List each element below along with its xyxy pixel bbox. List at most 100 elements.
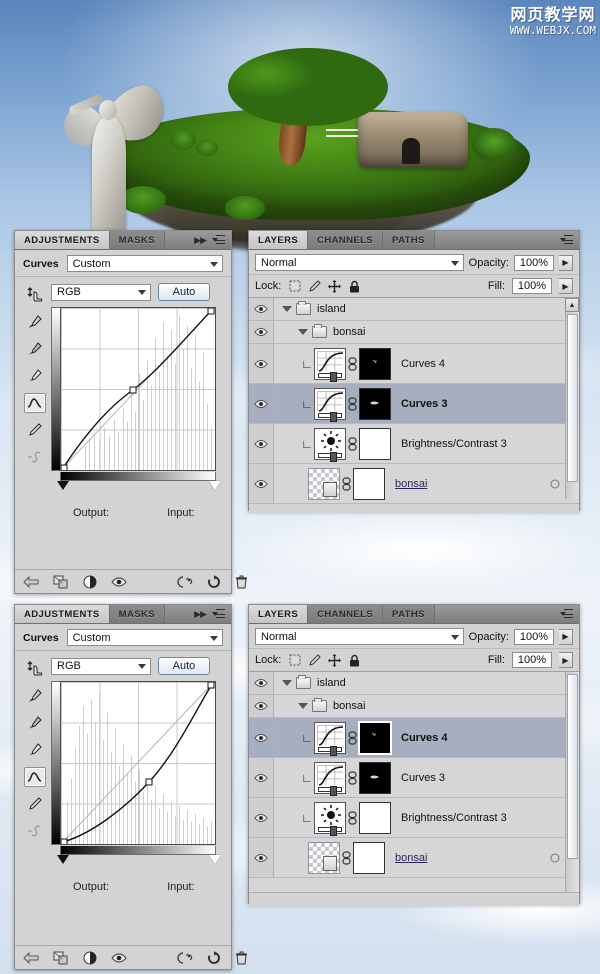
- layer-visibility-toggle[interactable]: [249, 424, 274, 463]
- tab-masks[interactable]: MASKS: [109, 231, 165, 249]
- opacity-value[interactable]: 100%: [514, 628, 554, 645]
- adjustments-panel-top[interactable]: ADJUSTMENTS MASKS ▶▶ Curves Custom RGB A…: [14, 230, 247, 594]
- table-row[interactable]: bonsai: [249, 321, 579, 344]
- chevron-down-icon[interactable]: [298, 703, 308, 709]
- layer-mask-thumb[interactable]: [353, 467, 385, 500]
- checker-thumb[interactable]: [308, 841, 340, 874]
- smooth-curve-icon[interactable]: [24, 447, 46, 467]
- tab-channels[interactable]: CHANNELS: [308, 231, 384, 249]
- toggle-layer-visibility-icon[interactable]: [111, 574, 127, 590]
- black-point-slider[interactable]: [57, 855, 69, 864]
- lock-image-pixels-icon[interactable]: [308, 280, 321, 293]
- pencil-draw-icon[interactable]: [24, 794, 46, 814]
- curve-pencil-icon[interactable]: [24, 767, 46, 787]
- checker-thumb[interactable]: [308, 467, 340, 500]
- link-mask-icon[interactable]: [340, 850, 353, 865]
- layer-mask-thumb[interactable]: [359, 347, 391, 380]
- tab-adjustments[interactable]: ADJUSTMENTS: [15, 231, 110, 249]
- lock-image-pixels-icon[interactable]: [308, 654, 321, 667]
- tab-adjustments[interactable]: ADJUSTMENTS: [15, 605, 110, 623]
- on-image-adjust-icon[interactable]: [24, 659, 46, 679]
- scrollbar-thumb[interactable]: [567, 674, 578, 859]
- layer-visibility-toggle[interactable]: [249, 464, 274, 503]
- layer-name[interactable]: bonsai: [395, 478, 427, 490]
- fill-stepper-icon[interactable]: ▶: [559, 652, 573, 668]
- fill-stepper-icon[interactable]: ▶: [559, 278, 573, 294]
- layer-list[interactable]: island bonsai ∟ Curves 4 ∟ Curves 3 ∟ Br…: [249, 298, 579, 504]
- eyedropper-gray-icon[interactable]: [24, 713, 46, 733]
- pencil-draw-icon[interactable]: [24, 420, 46, 440]
- return-to-adjustment-list-icon[interactable]: [23, 950, 39, 966]
- table-row[interactable]: ∟ Curves 3: [249, 384, 579, 424]
- table-row[interactable]: ∟ Curves 3: [249, 758, 579, 798]
- curves-thumb[interactable]: [314, 347, 346, 382]
- tab-layers[interactable]: LAYERS: [249, 605, 309, 623]
- curves-thumb[interactable]: [314, 721, 346, 756]
- layers-panel-bottom[interactable]: LAYERS CHANNELS PATHS Normal Opacity: 10…: [248, 604, 580, 906]
- table-row[interactable]: island: [249, 298, 579, 321]
- blend-mode-select[interactable]: Normal: [255, 628, 464, 645]
- table-row[interactable]: bonsai: [249, 695, 579, 718]
- curves-graph[interactable]: [60, 307, 216, 471]
- tab-masks[interactable]: MASKS: [109, 605, 165, 623]
- link-mask-icon[interactable]: [346, 770, 359, 785]
- layer-mask-thumb[interactable]: [359, 761, 391, 794]
- lock-position-icon[interactable]: [328, 279, 342, 293]
- table-row[interactable]: ∟ Curves 4: [249, 344, 579, 384]
- layer-list[interactable]: island bonsai ∟ Curves 4 ∟ Curves 3 ∟ Br…: [249, 672, 579, 892]
- tab-paths[interactable]: PATHS: [383, 605, 435, 623]
- curves-thumb[interactable]: [314, 387, 346, 422]
- delete-adjustment-icon[interactable]: [235, 950, 248, 966]
- scrollbar-thumb[interactable]: [567, 314, 578, 482]
- panel-menu-icon[interactable]: [212, 608, 225, 620]
- tab-paths[interactable]: PATHS: [383, 231, 435, 249]
- tab-channels[interactable]: CHANNELS: [308, 605, 384, 623]
- auto-button[interactable]: Auto: [158, 657, 210, 675]
- curves-graph[interactable]: [60, 681, 216, 845]
- smooth-curve-icon[interactable]: [24, 821, 46, 841]
- link-mask-icon[interactable]: [340, 476, 353, 491]
- table-row[interactable]: bonsai: [249, 464, 579, 504]
- delete-adjustment-icon[interactable]: [235, 574, 248, 590]
- layer-visibility-toggle[interactable]: [249, 384, 274, 423]
- on-image-adjust-icon[interactable]: [24, 285, 46, 305]
- lock-all-icon[interactable]: [348, 280, 361, 293]
- layer-name[interactable]: bonsai: [395, 852, 427, 864]
- channel-select[interactable]: RGB: [51, 657, 151, 675]
- link-mask-icon[interactable]: [346, 396, 359, 411]
- fill-value[interactable]: 100%: [512, 278, 552, 294]
- auto-button[interactable]: Auto: [158, 283, 210, 301]
- layer-visibility-toggle[interactable]: [249, 758, 274, 797]
- table-row[interactable]: bonsai: [249, 838, 579, 878]
- clip-to-layer-icon[interactable]: [53, 950, 69, 966]
- panel-menu-icon[interactable]: [212, 234, 225, 246]
- eyedropper-black-icon[interactable]: [24, 686, 46, 706]
- layer-mask-thumb[interactable]: [359, 801, 391, 834]
- brightness-contrast-thumb[interactable]: [314, 801, 346, 836]
- layers-panel-top[interactable]: LAYERS CHANNELS PATHS Normal Opacity: 10…: [248, 230, 580, 513]
- panel-menu-icon[interactable]: [560, 608, 573, 620]
- link-mask-icon[interactable]: [346, 810, 359, 825]
- toggle-layer-mask-icon[interactable]: [83, 574, 97, 590]
- lock-all-icon[interactable]: [348, 654, 361, 667]
- eyedropper-gray-icon[interactable]: [24, 339, 46, 359]
- chevron-down-icon[interactable]: [282, 680, 292, 686]
- layer-visibility-toggle[interactable]: [249, 838, 274, 877]
- lock-position-icon[interactable]: [328, 653, 342, 667]
- layer-visibility-toggle[interactable]: [249, 798, 274, 837]
- white-point-slider[interactable]: [209, 481, 221, 490]
- return-to-adjustment-list-icon[interactable]: [23, 574, 39, 590]
- layer-visibility-toggle[interactable]: [249, 718, 274, 757]
- link-mask-icon[interactable]: [346, 436, 359, 451]
- white-point-slider[interactable]: [209, 855, 221, 864]
- opacity-stepper-icon[interactable]: ▶: [559, 254, 573, 271]
- fill-value[interactable]: 100%: [512, 652, 552, 668]
- scroll-up-button[interactable]: ▲: [565, 298, 579, 312]
- double-right-arrow-icon[interactable]: ▶▶: [194, 235, 207, 246]
- layer-visibility-toggle[interactable]: [249, 344, 274, 383]
- opacity-stepper-icon[interactable]: ▶: [559, 628, 573, 645]
- toggle-layer-mask-icon[interactable]: [83, 950, 97, 966]
- chevron-down-icon[interactable]: [282, 306, 292, 312]
- preset-select[interactable]: Custom: [66, 629, 223, 646]
- table-row[interactable]: ∟ Curves 4: [249, 718, 579, 758]
